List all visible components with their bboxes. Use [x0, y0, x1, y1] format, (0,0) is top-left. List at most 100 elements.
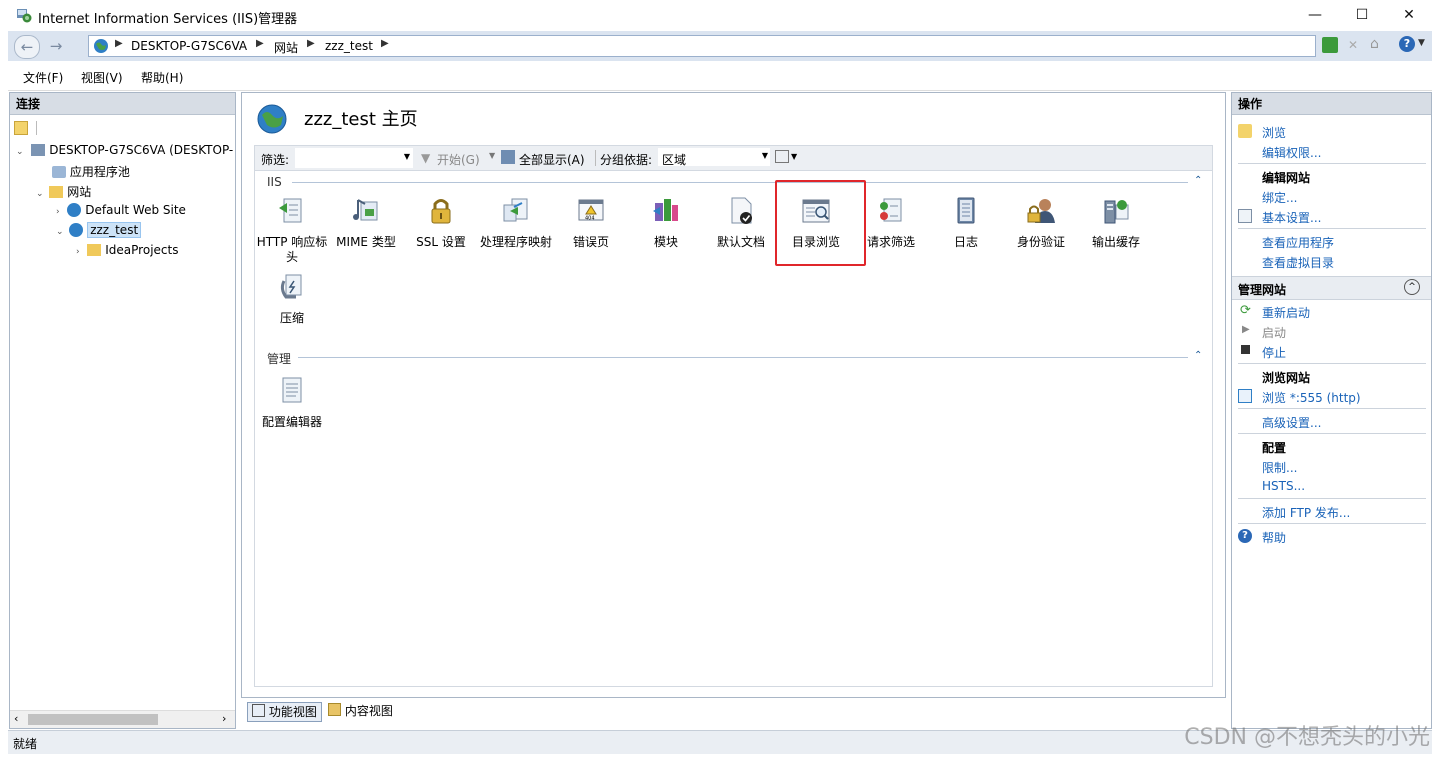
action-view-applications[interactable]: 查看应用程序: [1262, 234, 1334, 251]
feature-error-pages[interactable]: 404 错误页: [555, 195, 627, 250]
feature-label: MIME 类型: [336, 235, 396, 249]
tree-node-default-site[interactable]: › Default Web Site: [56, 203, 186, 217]
collapse-group-icon[interactable]: ⌃: [1194, 175, 1202, 186]
horizontal-scrollbar[interactable]: ‹ ›: [10, 710, 235, 728]
group-by-select[interactable]: 区域 ▼: [658, 148, 770, 167]
group-by-label: 分组依据:: [600, 153, 653, 167]
authentication-icon: [1027, 199, 1055, 223]
feature-output-caching[interactable]: 输出缓存: [1080, 195, 1152, 250]
dropdown-arrow-icon[interactable]: ▼: [404, 152, 410, 161]
feature-modules[interactable]: 模块: [630, 195, 702, 250]
feature-http-headers[interactable]: HTTP 响应标头: [256, 195, 328, 265]
website-globe-icon: [257, 104, 287, 134]
action-start[interactable]: 启动: [1262, 324, 1286, 341]
connections-header: 连接: [10, 93, 235, 115]
feature-compression[interactable]: 压缩: [256, 271, 328, 326]
collapse-section-icon[interactable]: ^: [1404, 279, 1420, 295]
feature-label: 处理程序映射: [480, 235, 553, 249]
content-view-icon: [328, 703, 341, 716]
feature-handler-mappings[interactable]: 处理程序映射: [480, 195, 552, 250]
collapse-arrow-icon[interactable]: ›: [56, 207, 60, 217]
feature-configuration-editor[interactable]: 配置编辑器: [256, 375, 328, 430]
window-title: Internet Information Services (IIS)管理器: [38, 12, 298, 27]
feature-ssl-lock[interactable]: SSL 设置: [405, 195, 477, 250]
minimize-button[interactable]: —: [1292, 0, 1338, 31]
dropdown-arrow-icon[interactable]: ▼: [791, 152, 797, 161]
stop-icon: [1241, 345, 1250, 354]
maximize-button[interactable]: ☐: [1339, 0, 1385, 31]
breadcrumb-sites[interactable]: 网站: [274, 39, 298, 56]
filter-funnel-icon: ▼: [421, 151, 431, 165]
stop-icon[interactable]: ✕: [1346, 38, 1360, 52]
features-view-icon: [252, 704, 265, 717]
action-hsts[interactable]: HSTS...: [1262, 479, 1305, 493]
action-browse[interactable]: 浏览: [1262, 124, 1286, 141]
feature-label: 错误页: [572, 235, 609, 249]
feature-label: 模块: [653, 235, 678, 249]
start-filter-button[interactable]: 开始(G): [437, 151, 480, 168]
tree-label: Default Web Site: [85, 203, 186, 217]
filter-input[interactable]: ▼: [295, 148, 413, 168]
home-icon[interactable]: ⌂: [1370, 36, 1386, 52]
tree-node-sites[interactable]: ⌄ 网站: [36, 183, 91, 200]
help-icon[interactable]: ?: [1399, 36, 1415, 52]
scroll-left-icon[interactable]: ‹: [14, 712, 18, 725]
action-browse-555[interactable]: 浏览 *:555 (http): [1262, 389, 1361, 406]
back-arrow-icon[interactable]: ←: [14, 35, 40, 59]
action-restart[interactable]: 重新启动: [1262, 304, 1310, 321]
action-basic-settings[interactable]: 基本设置...: [1262, 209, 1321, 226]
help-icon: ?: [1238, 529, 1252, 543]
tree-label: IdeaProjects: [105, 243, 179, 257]
action-limits[interactable]: 限制...: [1262, 459, 1297, 476]
feature-authentication[interactable]: 身份验证: [1005, 195, 1077, 250]
action-advanced-settings[interactable]: 高级设置...: [1262, 414, 1321, 431]
action-help[interactable]: 帮助: [1262, 529, 1286, 546]
breadcrumb-separator-icon: ▶: [115, 38, 123, 49]
collapse-group-icon[interactable]: ⌃: [1194, 350, 1202, 361]
dropdown-arrow-icon[interactable]: ▼: [489, 151, 495, 160]
action-edit-permissions[interactable]: 编辑权限...: [1262, 144, 1321, 161]
feature-label: 输出缓存: [1091, 235, 1140, 249]
feature-label: 压缩: [279, 311, 304, 325]
content-view-tab[interactable]: 内容视图: [324, 702, 397, 720]
action-stop[interactable]: 停止: [1262, 344, 1286, 361]
section-divider: [1238, 433, 1426, 434]
breadcrumb-server[interactable]: DESKTOP-G7SC6VA: [131, 39, 247, 53]
dropdown-arrow-icon[interactable]: ▼: [762, 151, 768, 160]
toolbar-divider: [595, 150, 596, 166]
action-add-ftp[interactable]: 添加 FTP 发布...: [1262, 504, 1350, 521]
tree-node-app-pools[interactable]: 应用程序池: [52, 163, 130, 180]
group-divider: [298, 357, 1188, 358]
collapse-arrow-icon[interactable]: ›: [76, 247, 80, 257]
refresh-icon[interactable]: [1322, 37, 1338, 53]
forward-arrow-icon[interactable]: →: [44, 35, 68, 57]
menu-help[interactable]: 帮助(H): [141, 69, 183, 86]
action-view-virtual-dirs[interactable]: 查看虚拟目录: [1262, 254, 1334, 271]
feature-default-document[interactable]: 默认文档: [705, 195, 777, 250]
feature-label: SSL 设置: [416, 235, 466, 249]
menu-file[interactable]: 文件(F): [23, 69, 63, 86]
tree-node-idea-projects[interactable]: › IdeaProjects: [76, 243, 178, 257]
view-mode-icon[interactable]: [775, 150, 789, 163]
close-button[interactable]: ✕: [1386, 0, 1432, 31]
feature-logging[interactable]: 日志: [930, 195, 1002, 250]
navigation-bar: ← → ▶ DESKTOP-G7SC6VA ▶ 网站 ▶ zzz_test ▶ …: [8, 31, 1432, 61]
manage-site-header-bar: 管理网站 ^: [1232, 276, 1431, 300]
expand-arrow-icon[interactable]: ⌄: [56, 227, 64, 237]
expand-arrow-icon[interactable]: ⌄: [36, 189, 44, 199]
address-breadcrumb[interactable]: ▶ DESKTOP-G7SC6VA ▶ 网站 ▶ zzz_test ▶: [88, 35, 1316, 57]
breadcrumb-site[interactable]: zzz_test: [325, 39, 373, 53]
feature-mime-types[interactable]: MIME 类型: [330, 195, 402, 250]
connect-icon[interactable]: [14, 121, 28, 135]
action-bindings[interactable]: 绑定...: [1262, 189, 1297, 206]
expand-arrow-icon[interactable]: ⌄: [16, 147, 24, 157]
tree-node-server[interactable]: ⌄ DESKTOP-G7SC6VA (DESKTOP-: [16, 143, 233, 157]
show-all-button[interactable]: 全部显示(A): [519, 151, 585, 168]
scrollbar-thumb[interactable]: [28, 714, 158, 725]
compression-icon: [280, 274, 302, 299]
tree-node-zzz-test[interactable]: ⌄ zzz_test: [56, 222, 142, 238]
menu-view[interactable]: 视图(V): [81, 69, 123, 86]
features-view-tab[interactable]: 功能视图: [247, 702, 322, 722]
scroll-right-icon[interactable]: ›: [222, 712, 226, 725]
help-dropdown-icon[interactable]: ▼: [1418, 38, 1425, 48]
